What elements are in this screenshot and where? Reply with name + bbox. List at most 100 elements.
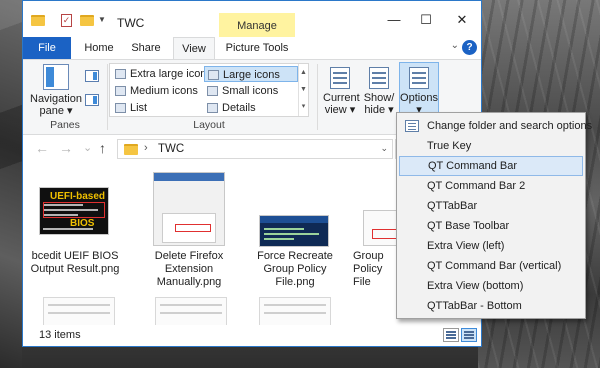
current-view-label: Current (323, 92, 360, 104)
file-thumbnail[interactable]: UEFI-based BIOS (39, 187, 109, 235)
address-path: TWC (158, 143, 185, 155)
preview-pane-icon[interactable] (85, 70, 99, 82)
layout-large-icons[interactable]: Large icons (204, 66, 298, 82)
menu-item-qt-command-bar-2[interactable]: QT Command Bar 2 (399, 176, 583, 196)
list-icon (115, 103, 126, 113)
back-button[interactable]: ← (35, 140, 49, 156)
folder-options-icon (405, 120, 419, 132)
options-label: Options (400, 92, 438, 104)
menu-item-label: Extra View (left) (427, 240, 505, 252)
file-thumbnail[interactable] (43, 297, 115, 327)
menu-item-label: Change folder and search options (427, 120, 593, 132)
ribbon-tabs: File Home Share View Picture Tools ⌄ ? (23, 37, 481, 60)
details-icon (207, 103, 218, 113)
new-folder-icon[interactable] (80, 15, 94, 26)
menu-item-true-key[interactable]: True Key (399, 136, 583, 156)
current-view-button[interactable]: Current view ▾ (322, 62, 360, 118)
ribbon-divider (107, 64, 108, 130)
layout-group-label: Layout (193, 119, 225, 131)
menu-item-extra-view-bottom[interactable]: Extra View (bottom) (399, 276, 583, 296)
file-thumbnail[interactable] (259, 297, 331, 327)
layout-small-icons[interactable]: Small icons (204, 83, 298, 99)
navigation-pane-label-2: pane ▾ (39, 105, 73, 117)
desktop-background-left (0, 0, 22, 368)
current-view-label-2: view ▾ (324, 104, 356, 116)
tab-share[interactable]: Share (125, 37, 167, 59)
menu-item-qt-command-bar-vertical[interactable]: QT Command Bar (vertical) (399, 256, 583, 276)
file-thumbnail[interactable] (153, 172, 225, 246)
menu-item-label: QT Command Bar 2 (427, 180, 526, 192)
layout-medium-icons[interactable]: Medium icons (112, 83, 204, 99)
show-hide-label-2: hide ▾ (364, 104, 394, 116)
layout-item-label: Medium icons (130, 85, 198, 97)
chevron-down-icon[interactable]: ⌄ (451, 40, 459, 51)
address-bar[interactable]: › TWC ⌄ (117, 139, 393, 159)
status-bar: 13 items (23, 325, 481, 346)
chevron-right-icon[interactable]: › (144, 142, 148, 154)
show-hide-icon (369, 67, 389, 89)
menu-item-qttabbar-bottom[interactable]: QTTabBar - Bottom (399, 296, 583, 316)
menu-item-qttabbar[interactable]: QTTabBar (399, 196, 583, 216)
layout-item-label: List (130, 102, 148, 114)
help-icon[interactable]: ? (462, 40, 477, 55)
large-icons-view-icon[interactable] (461, 328, 477, 342)
medium-icons-icon (115, 86, 126, 96)
manage-tab[interactable]: Manage (219, 13, 295, 39)
show-hide-button[interactable]: Show/ hide ▾ (361, 62, 397, 118)
file-name[interactable]: Delete Firefox Extension Manually.png (139, 250, 239, 289)
navigation-pane-icon (43, 64, 69, 90)
tab-picture-tools[interactable]: Picture Tools (221, 37, 293, 59)
large-icons-icon (208, 70, 219, 80)
layout-gallery-scroll[interactable]: ▲ ▼ ▾ (298, 64, 308, 116)
ribbon-divider (317, 64, 318, 130)
layout-item-label: Small icons (222, 85, 279, 97)
layout-gallery: Extra large icons Large icons Medium ico… (109, 63, 309, 117)
menu-item-label: QTTabBar (427, 200, 478, 212)
folder-icon (124, 144, 138, 155)
details-pane-icon[interactable] (85, 94, 99, 106)
minimize-button[interactable]: — (379, 9, 409, 31)
layout-list[interactable]: List (112, 100, 204, 116)
item-count: 13 items (39, 329, 81, 341)
close-button[interactable]: ✕ (447, 9, 477, 31)
layout-extra-large-icons[interactable]: Extra large icons (112, 66, 212, 82)
properties-icon[interactable]: ✓ (61, 14, 72, 27)
menu-item-label: QT Command Bar (428, 160, 518, 172)
details-view-icon[interactable] (443, 328, 459, 342)
layout-item-label: Large icons (223, 69, 280, 81)
chevron-down-icon[interactable]: ⌄ (380, 143, 388, 154)
menu-item-change-folder-options[interactable]: Change folder and search options (399, 116, 592, 136)
tab-view[interactable]: View (173, 37, 215, 60)
forward-button[interactable]: → (59, 140, 73, 156)
options-dropdown-menu: Change folder and search options True Ke… (396, 112, 592, 319)
options-icon (409, 67, 429, 89)
title-bar: ✓ ▼ TWC Manage — ☐ ✕ (23, 1, 481, 39)
menu-item-qt-command-bar[interactable]: QT Command Bar (399, 156, 583, 176)
menu-item-label: QT Base Toolbar (427, 220, 510, 232)
navigation-pane-button[interactable]: Navigation pane ▾ (29, 64, 83, 117)
menu-item-extra-view-left[interactable]: Extra View (left) (399, 236, 583, 256)
tab-file[interactable]: File (23, 37, 71, 59)
up-button[interactable]: ↑ (99, 140, 106, 156)
file-name[interactable]: bcedit UEIF BIOS Output Result.png (25, 250, 125, 276)
menu-item-label: QT Command Bar (vertical) (427, 260, 562, 272)
small-icons-icon (207, 86, 218, 96)
extra-large-icons-icon (115, 69, 126, 79)
options-button[interactable]: Options ▾ (399, 62, 439, 118)
customize-quick-access-icon[interactable]: ▼ (98, 15, 106, 24)
maximize-button[interactable]: ☐ (411, 9, 441, 31)
recent-locations-button[interactable]: ⌄ (83, 141, 92, 154)
file-thumbnail[interactable] (155, 297, 227, 327)
folder-icon (31, 15, 45, 26)
file-thumbnail[interactable] (259, 215, 329, 247)
layout-details[interactable]: Details (204, 100, 298, 116)
file-name[interactable]: Force Recreate Group Policy File.png (245, 250, 345, 289)
navigation-pane-label: Navigation (30, 93, 82, 105)
tab-home[interactable]: Home (78, 37, 120, 59)
menu-item-label: Extra View (bottom) (427, 280, 524, 292)
menu-item-qt-base-toolbar[interactable]: QT Base Toolbar (399, 216, 583, 236)
current-view-icon (330, 67, 350, 89)
panes-group-label: Panes (50, 119, 80, 131)
menu-item-label: QTTabBar - Bottom (427, 300, 522, 312)
layout-item-label: Extra large icons (130, 68, 212, 80)
